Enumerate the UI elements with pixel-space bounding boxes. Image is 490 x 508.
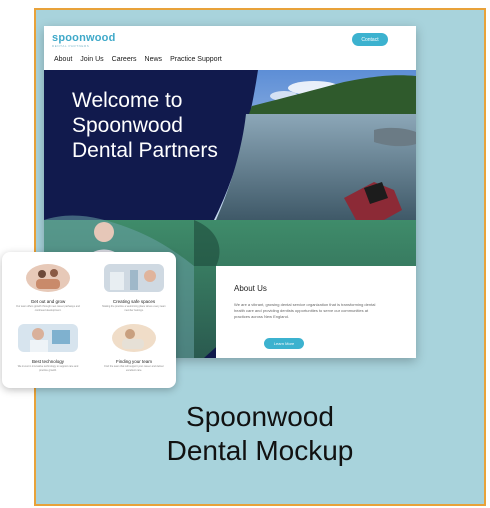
lab-photo-icon <box>104 264 164 292</box>
site-logo-tagline: DENTAL PARTNERS <box>52 44 90 48</box>
feature-tile[interactable]: Finding your team Find the team that wil… <box>94 324 174 372</box>
about-text: We are a vibrant, growing dental service… <box>234 302 376 319</box>
feature-label: Finding your team <box>115 359 153 364</box>
about-section: About Us We are a vibrant, growing denta… <box>216 266 416 358</box>
technology-photo-icon <box>18 324 78 352</box>
learn-more-button[interactable]: Learn More <box>264 338 304 349</box>
feature-tile[interactable]: Best technology We invest in innovative … <box>8 324 88 372</box>
feature-tile[interactable]: Get out and grow Our team offers growth … <box>8 264 88 312</box>
site-menu: About Join Us Careers News Practice Supp… <box>54 56 222 63</box>
hero-title: Welcome to Spoonwood Dental Partners <box>72 89 218 162</box>
menu-item-about[interactable]: About <box>54 56 72 63</box>
feature-text: Making the practice a welcoming place wh… <box>102 305 166 312</box>
feature-text: Our team offers growth through new caree… <box>16 305 80 312</box>
mockup-caption: Spoonwood Dental Mockup <box>34 400 486 468</box>
site-logo[interactable]: spoonwood <box>52 32 116 44</box>
feature-label: Creating safe spaces <box>112 299 156 304</box>
caption-line-1: Spoonwood <box>186 401 334 432</box>
features-card: Get out and grow Our team offers growth … <box>2 252 176 388</box>
family-photo-icon <box>26 264 70 292</box>
menu-item-careers[interactable]: Careers <box>112 56 137 63</box>
feature-text: We invest in innovative technology to su… <box>17 365 79 372</box>
menu-item-join-us[interactable]: Join Us <box>80 56 103 63</box>
feature-text: Find the team that will support your car… <box>104 365 164 372</box>
menu-item-practice-support[interactable]: Practice Support <box>170 56 222 63</box>
caption-line-2: Dental Mockup <box>166 435 354 466</box>
site-header: spoonwood DENTAL PARTNERS Contact <box>44 26 416 50</box>
about-title: About Us <box>234 284 267 293</box>
feature-label: Best technology <box>31 359 65 364</box>
feature-tile[interactable]: Creating safe spaces Making the practice… <box>94 264 174 312</box>
team-photo-icon <box>112 324 156 352</box>
menu-item-news[interactable]: News <box>145 56 163 63</box>
contact-button[interactable]: Contact <box>352 33 388 46</box>
feature-label: Get out and grow <box>30 299 66 304</box>
